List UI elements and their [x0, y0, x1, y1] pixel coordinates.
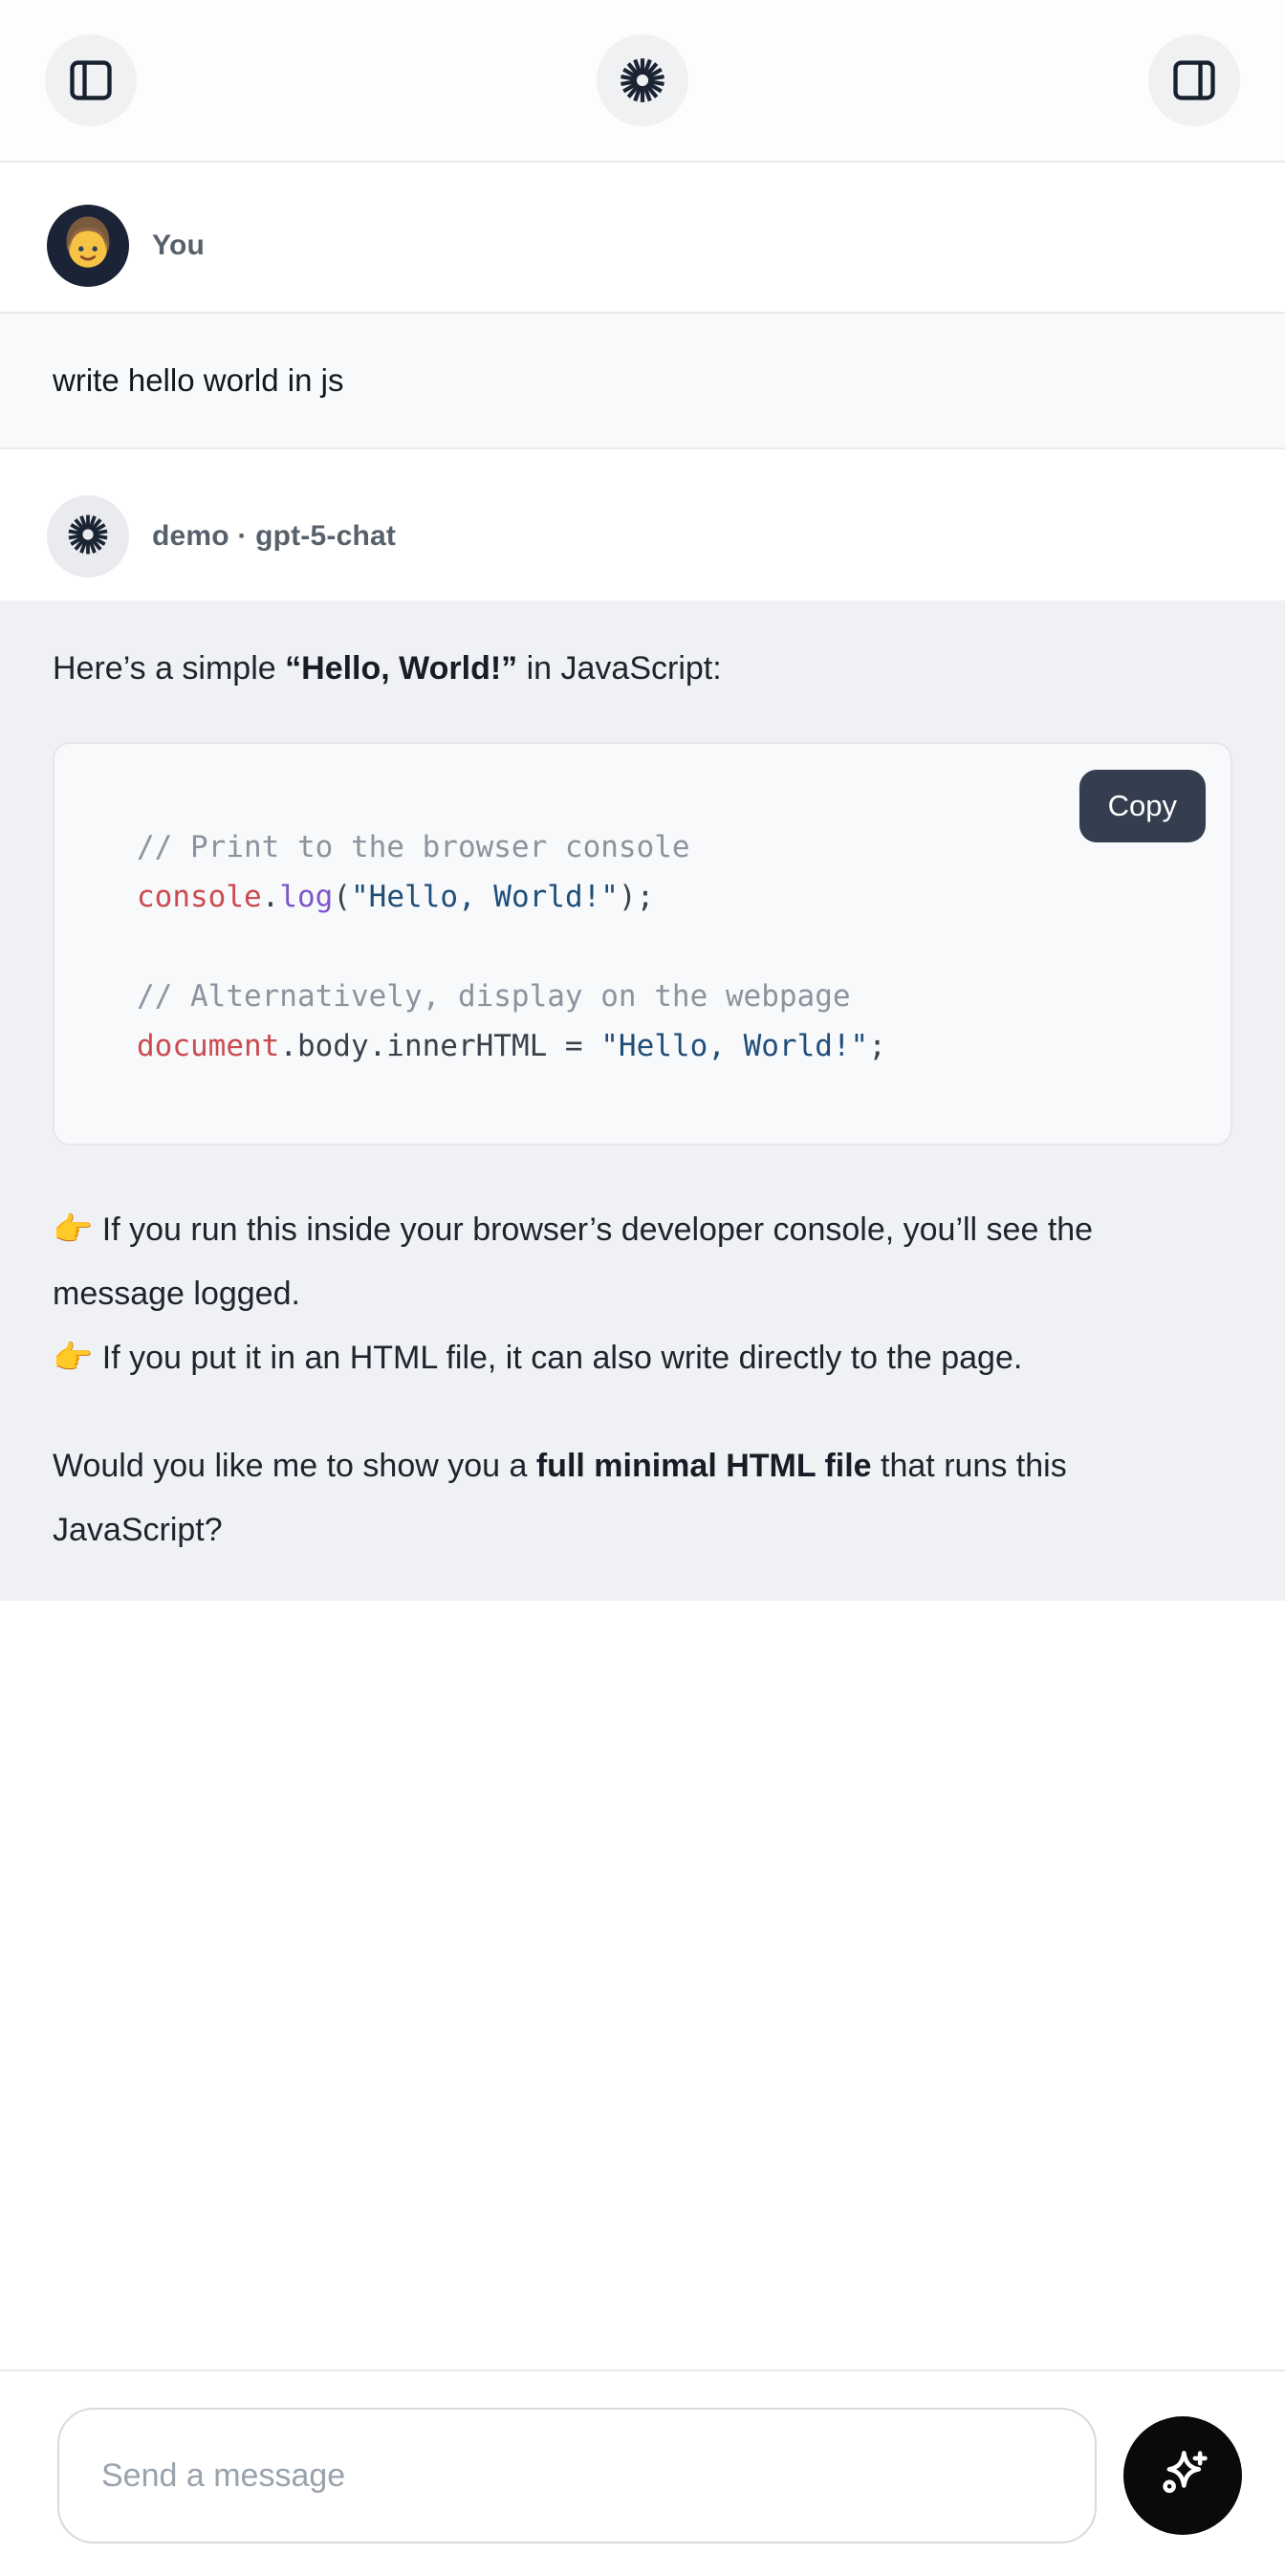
code-line: document.body.innerHTML = "Hello, World!… — [137, 1021, 1192, 1071]
code-block: Copy // Print to the browser consolecons… — [53, 742, 1232, 1146]
send-button[interactable] — [1123, 2416, 1242, 2535]
tip-line: 👉 If you put it in an HTML file, it can … — [53, 1326, 1232, 1390]
sparkles-icon — [1152, 2444, 1213, 2508]
intro-text-post: in JavaScript: — [517, 650, 722, 687]
chat-empty-space — [0, 1601, 1285, 2369]
code-line: // Alternatively, display on the webpage — [137, 971, 1192, 1021]
top-bar — [0, 0, 1285, 163]
assistant-intro-paragraph: Here’s a simple “Hello, World!” in JavaS… — [53, 644, 1232, 692]
code-line: // Print to the browser console — [137, 822, 1192, 872]
closing-text-pre: Would you like me to show you a — [53, 1448, 536, 1484]
code-line — [137, 922, 1192, 971]
composer-bar — [0, 2369, 1285, 2576]
assistant-closing-paragraph: Would you like me to show you a full min… — [53, 1434, 1232, 1562]
user-message-text: write hello world in js — [53, 362, 343, 398]
starburst-icon — [65, 512, 111, 562]
closing-text-bold: full minimal HTML file — [536, 1448, 872, 1484]
code-line: console.log("Hello, World!"); — [137, 872, 1192, 922]
assistant-tips-paragraph: 👉 If you run this inside your browser’s … — [53, 1198, 1232, 1390]
sidebar-toggle-button[interactable] — [45, 34, 137, 126]
starburst-icon — [616, 54, 669, 107]
panel-right-icon — [1169, 55, 1219, 105]
assistant-sender-row: demo · gpt-5-chat — [0, 449, 1285, 600]
assistant-message: Here’s a simple “Hello, World!” in JavaS… — [0, 600, 1285, 1601]
message-input[interactable] — [57, 2408, 1097, 2543]
panel-left-icon — [66, 55, 116, 105]
code-content: // Print to the browser consoleconsole.l… — [137, 822, 1192, 1071]
assistant-sender-name: demo · gpt-5-chat — [152, 520, 396, 553]
user-message: write hello world in js — [0, 312, 1285, 449]
chat-app: You write hello world in js — [0, 0, 1285, 2576]
right-panel-toggle-button[interactable] — [1148, 34, 1240, 126]
person-emoji-icon — [54, 209, 122, 283]
user-avatar — [47, 205, 129, 287]
assistant-avatar — [47, 495, 129, 578]
intro-text-pre: Here’s a simple — [53, 650, 285, 687]
tip-line: 👉 If you run this inside your browser’s … — [53, 1198, 1232, 1326]
user-sender-name: You — [152, 229, 205, 262]
copy-code-button[interactable]: Copy — [1079, 770, 1206, 842]
user-sender-row: You — [0, 163, 1285, 312]
intro-text-bold: “Hello, World!” — [285, 650, 517, 687]
model-home-button[interactable] — [597, 34, 688, 126]
